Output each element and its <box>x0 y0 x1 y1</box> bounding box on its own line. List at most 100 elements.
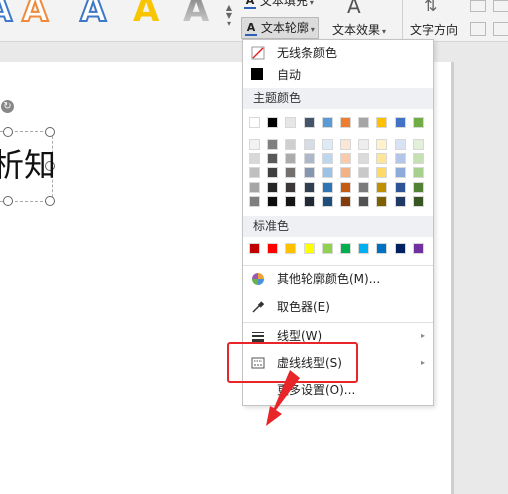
menu-item-eyedropper[interactable]: 取色器(E) <box>243 294 433 320</box>
color-swatch[interactable] <box>249 243 260 254</box>
color-swatch[interactable] <box>303 243 315 254</box>
color-swatch[interactable] <box>394 153 406 165</box>
color-swatch[interactable] <box>303 117 315 128</box>
text-box-content: 析知 <box>0 146 57 184</box>
color-swatch[interactable] <box>267 139 279 150</box>
color-swatch[interactable] <box>249 153 260 165</box>
color-swatch[interactable] <box>340 117 351 128</box>
color-swatch[interactable] <box>267 117 279 128</box>
align-middle-icon[interactable] <box>470 22 486 36</box>
color-swatch[interactable] <box>321 243 333 254</box>
color-swatch[interactable] <box>303 167 315 179</box>
color-swatch[interactable] <box>394 139 406 150</box>
color-swatch[interactable] <box>267 181 279 193</box>
color-swatch[interactable] <box>376 195 388 207</box>
color-swatch[interactable] <box>303 181 315 193</box>
chevron-down-icon: ▾ <box>310 25 315 34</box>
color-swatch[interactable] <box>412 167 424 179</box>
color-swatch[interactable] <box>394 167 406 179</box>
color-swatch[interactable] <box>249 139 260 150</box>
text-direction-icon[interactable]: ⇅ <box>424 0 437 15</box>
color-swatch[interactable] <box>340 243 351 254</box>
resize-handle[interactable] <box>45 127 55 137</box>
color-swatch[interactable] <box>267 243 279 254</box>
color-swatch[interactable] <box>249 181 260 193</box>
align-left-icon[interactable] <box>493 0 508 12</box>
wordart-style-0[interactable]: A <box>0 0 13 31</box>
color-swatch[interactable] <box>340 153 351 165</box>
color-swatch[interactable] <box>285 167 297 179</box>
resize-handle[interactable] <box>3 196 13 206</box>
color-swatch[interactable] <box>412 117 424 128</box>
text-direction-button[interactable]: 文字方向 <box>410 21 458 38</box>
resize-handle[interactable] <box>45 196 55 206</box>
color-swatch[interactable] <box>267 167 279 179</box>
color-swatch[interactable] <box>358 153 370 165</box>
color-swatch[interactable] <box>412 139 424 150</box>
color-swatch[interactable] <box>412 195 424 207</box>
color-swatch[interactable] <box>303 139 315 150</box>
color-swatch[interactable] <box>303 153 315 165</box>
color-swatch[interactable] <box>376 153 388 165</box>
text-effect-icon[interactable]: A <box>347 0 361 18</box>
color-swatch[interactable] <box>340 167 351 179</box>
color-swatch[interactable] <box>285 181 297 193</box>
color-swatch[interactable] <box>321 195 333 207</box>
color-swatch[interactable] <box>249 167 260 179</box>
color-swatch[interactable] <box>376 117 388 128</box>
color-swatch[interactable] <box>358 243 370 254</box>
color-swatch[interactable] <box>340 181 351 193</box>
color-swatch[interactable] <box>321 181 333 193</box>
color-swatch[interactable] <box>285 195 297 207</box>
color-swatch[interactable] <box>340 139 351 150</box>
text-outline-button[interactable]: A 文本轮廓 ▾ <box>241 17 319 39</box>
color-swatch[interactable] <box>321 117 333 128</box>
color-swatch[interactable] <box>321 167 333 179</box>
color-swatch[interactable] <box>376 243 388 254</box>
color-swatch[interactable] <box>394 243 406 254</box>
color-swatch[interactable] <box>285 139 297 150</box>
wordart-style-1[interactable]: A <box>21 0 49 31</box>
align-right-icon[interactable] <box>493 22 508 36</box>
color-swatch[interactable] <box>376 139 388 150</box>
wordart-style-4[interactable]: A <box>183 0 209 30</box>
color-swatch[interactable] <box>358 139 370 150</box>
automatic-color-icon <box>251 68 263 80</box>
color-swatch[interactable] <box>376 167 388 179</box>
color-swatch[interactable] <box>321 153 333 165</box>
color-swatch[interactable] <box>285 117 297 128</box>
chevron-down-icon: ▾ <box>309 0 314 7</box>
menu-item-automatic[interactable]: 自动 <box>243 62 433 88</box>
color-swatch[interactable] <box>376 181 388 193</box>
color-swatch[interactable] <box>394 195 406 207</box>
color-swatch[interactable] <box>303 195 315 207</box>
chevron-right-icon: ▸ <box>420 358 425 367</box>
color-swatch[interactable] <box>412 181 424 193</box>
color-swatch[interactable] <box>285 243 297 254</box>
color-swatch[interactable] <box>394 117 406 128</box>
resize-handle[interactable] <box>3 127 13 137</box>
menu-item-more-colors[interactable]: 其他轮廓颜色(M)... <box>243 266 433 292</box>
color-swatch[interactable] <box>412 243 424 254</box>
color-swatch[interactable] <box>358 195 370 207</box>
color-swatch[interactable] <box>358 167 370 179</box>
color-swatch[interactable] <box>358 117 370 128</box>
rotate-icon[interactable]: ↻ <box>1 100 14 113</box>
text-effect-button[interactable]: 文本效果 ▾ <box>332 21 386 38</box>
color-swatch[interactable] <box>412 153 424 165</box>
align-top-icon[interactable] <box>470 0 486 12</box>
wordart-style-2[interactable]: A <box>79 0 107 31</box>
color-swatch[interactable] <box>267 195 279 207</box>
color-swatch[interactable] <box>394 181 406 193</box>
color-swatch[interactable] <box>249 195 260 207</box>
wordart-style-3[interactable]: A <box>133 0 159 30</box>
color-swatch[interactable] <box>340 195 351 207</box>
color-swatch[interactable] <box>358 181 370 193</box>
text-fill-button[interactable]: A 文本填充 ▾ <box>244 0 314 9</box>
gallery-scroll-icon[interactable]: ▲ ▼ ▾ <box>224 4 234 28</box>
color-swatch[interactable] <box>249 117 260 128</box>
line-weight-icon <box>252 332 264 342</box>
color-swatch[interactable] <box>267 153 279 165</box>
color-swatch[interactable] <box>285 153 297 165</box>
color-swatch[interactable] <box>321 139 333 150</box>
